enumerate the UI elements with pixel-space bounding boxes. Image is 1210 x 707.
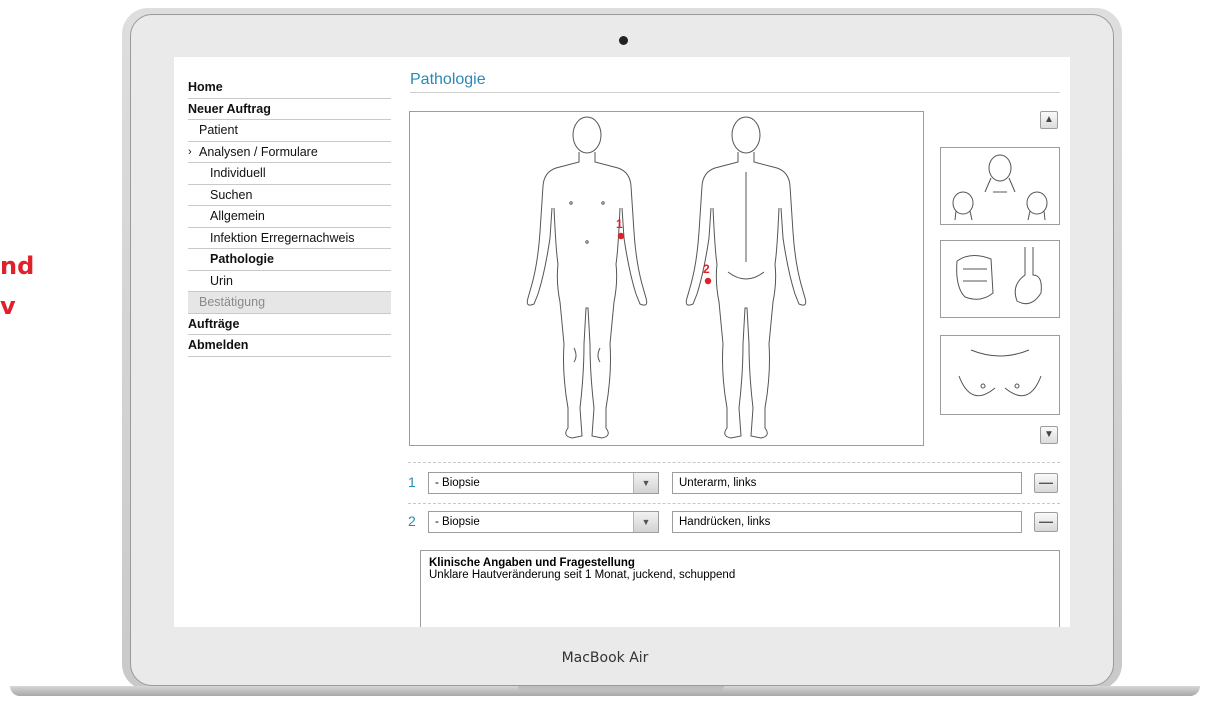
marker-dot-1 [617, 232, 625, 240]
nav-allgemein[interactable]: Allgemein [188, 206, 391, 228]
brand-label: MacBook Air [561, 650, 649, 666]
entry-number-2: 2 [408, 513, 416, 529]
thumb-digestive[interactable] [940, 240, 1060, 318]
side-text-line-2: v [0, 292, 16, 320]
body-map[interactable]: 1 2 [409, 111, 924, 446]
thumb-head[interactable] [940, 147, 1060, 225]
thumb-scroll-up-button[interactable]: ▲ [1040, 111, 1058, 129]
nav-neuer-auftrag[interactable]: Neuer Auftrag [188, 99, 391, 120]
nav-home[interactable]: Home [188, 77, 391, 99]
remove-entry-2-button[interactable]: — [1034, 512, 1058, 532]
cropped-side-text: nd v [0, 246, 34, 326]
nav-analysen-formulare[interactable]: › Analysen / Formulare [188, 142, 391, 163]
thumb-scroll-down-button[interactable]: ▼ [1040, 426, 1058, 444]
clinical-notes-textarea[interactable]: Klinische Angaben und Fragestellung Unkl… [420, 550, 1060, 627]
dropdown-caret-icon: ▼ [633, 512, 658, 532]
back-body-figure [685, 116, 807, 439]
nav-analysen-label: Analysen / Formulare [199, 144, 318, 159]
entry-1-type-value: - Biopsie [435, 477, 480, 489]
entry-2-type-value: - Biopsie [435, 516, 480, 528]
remove-entry-1-button[interactable]: — [1034, 473, 1058, 493]
marker-label-1: 1 [616, 217, 623, 231]
nav-auftraege[interactable]: Aufträge [188, 314, 391, 335]
thumb-chest[interactable] [940, 335, 1060, 415]
nav-pathologie[interactable]: Pathologie [188, 249, 391, 271]
side-text-line-1: nd [0, 252, 35, 280]
chevron-right-icon: › [188, 145, 192, 158]
nav-abmelden[interactable]: Abmelden [188, 335, 391, 357]
sidebar-nav: Home Neuer Auftrag Patient › Analysen / … [188, 77, 391, 357]
camera-icon [619, 36, 628, 45]
marker-label-2: 2 [703, 262, 710, 276]
chevron-down-icon: ▼ [1044, 429, 1054, 440]
entries-divider [408, 462, 1060, 463]
marker-dot-2 [704, 277, 712, 285]
body-map-svg: 1 2 [526, 116, 807, 439]
nav-patient[interactable]: Patient [188, 120, 391, 142]
chest-icon [958, 349, 1042, 397]
marker-2: 2 [703, 262, 712, 285]
clinical-notes-heading: Klinische Angaben und Fragestellung [429, 557, 635, 569]
digestive-organs-icon [956, 247, 1042, 305]
entry-number-1: 1 [408, 474, 416, 490]
page-title: Pathologie [410, 71, 1060, 93]
minus-icon: — [1039, 513, 1053, 529]
laptop-base [0, 686, 1210, 707]
nav-suchen[interactable]: Suchen [188, 185, 391, 206]
dropdown-caret-icon: ▼ [633, 473, 658, 493]
entry-2-location-input[interactable]: Handrücken, links [672, 511, 1022, 533]
thumb-notch [518, 686, 724, 692]
clinical-notes-text: Unklare Hautveränderung seit 1 Monat, ju… [429, 569, 736, 581]
minus-icon: — [1039, 474, 1053, 490]
nav-bestaetigung: Bestätigung [188, 292, 391, 314]
front-body-figure [526, 116, 648, 439]
nav-individuell[interactable]: Individuell [188, 163, 391, 185]
entries-divider [408, 503, 1060, 504]
chevron-up-icon: ▲ [1044, 114, 1054, 125]
head-views-icon [952, 154, 1048, 221]
nav-infektion[interactable]: Infektion Erregernachweis [188, 228, 391, 249]
entry-1-location-input[interactable]: Unterarm, links [672, 472, 1022, 494]
nav-urin[interactable]: Urin [188, 271, 391, 292]
entry-2-type-select[interactable]: - Biopsie ▼ [428, 511, 659, 533]
entry-1-type-select[interactable]: - Biopsie ▼ [428, 472, 659, 494]
app-screen: Home Neuer Auftrag Patient › Analysen / … [174, 57, 1070, 627]
